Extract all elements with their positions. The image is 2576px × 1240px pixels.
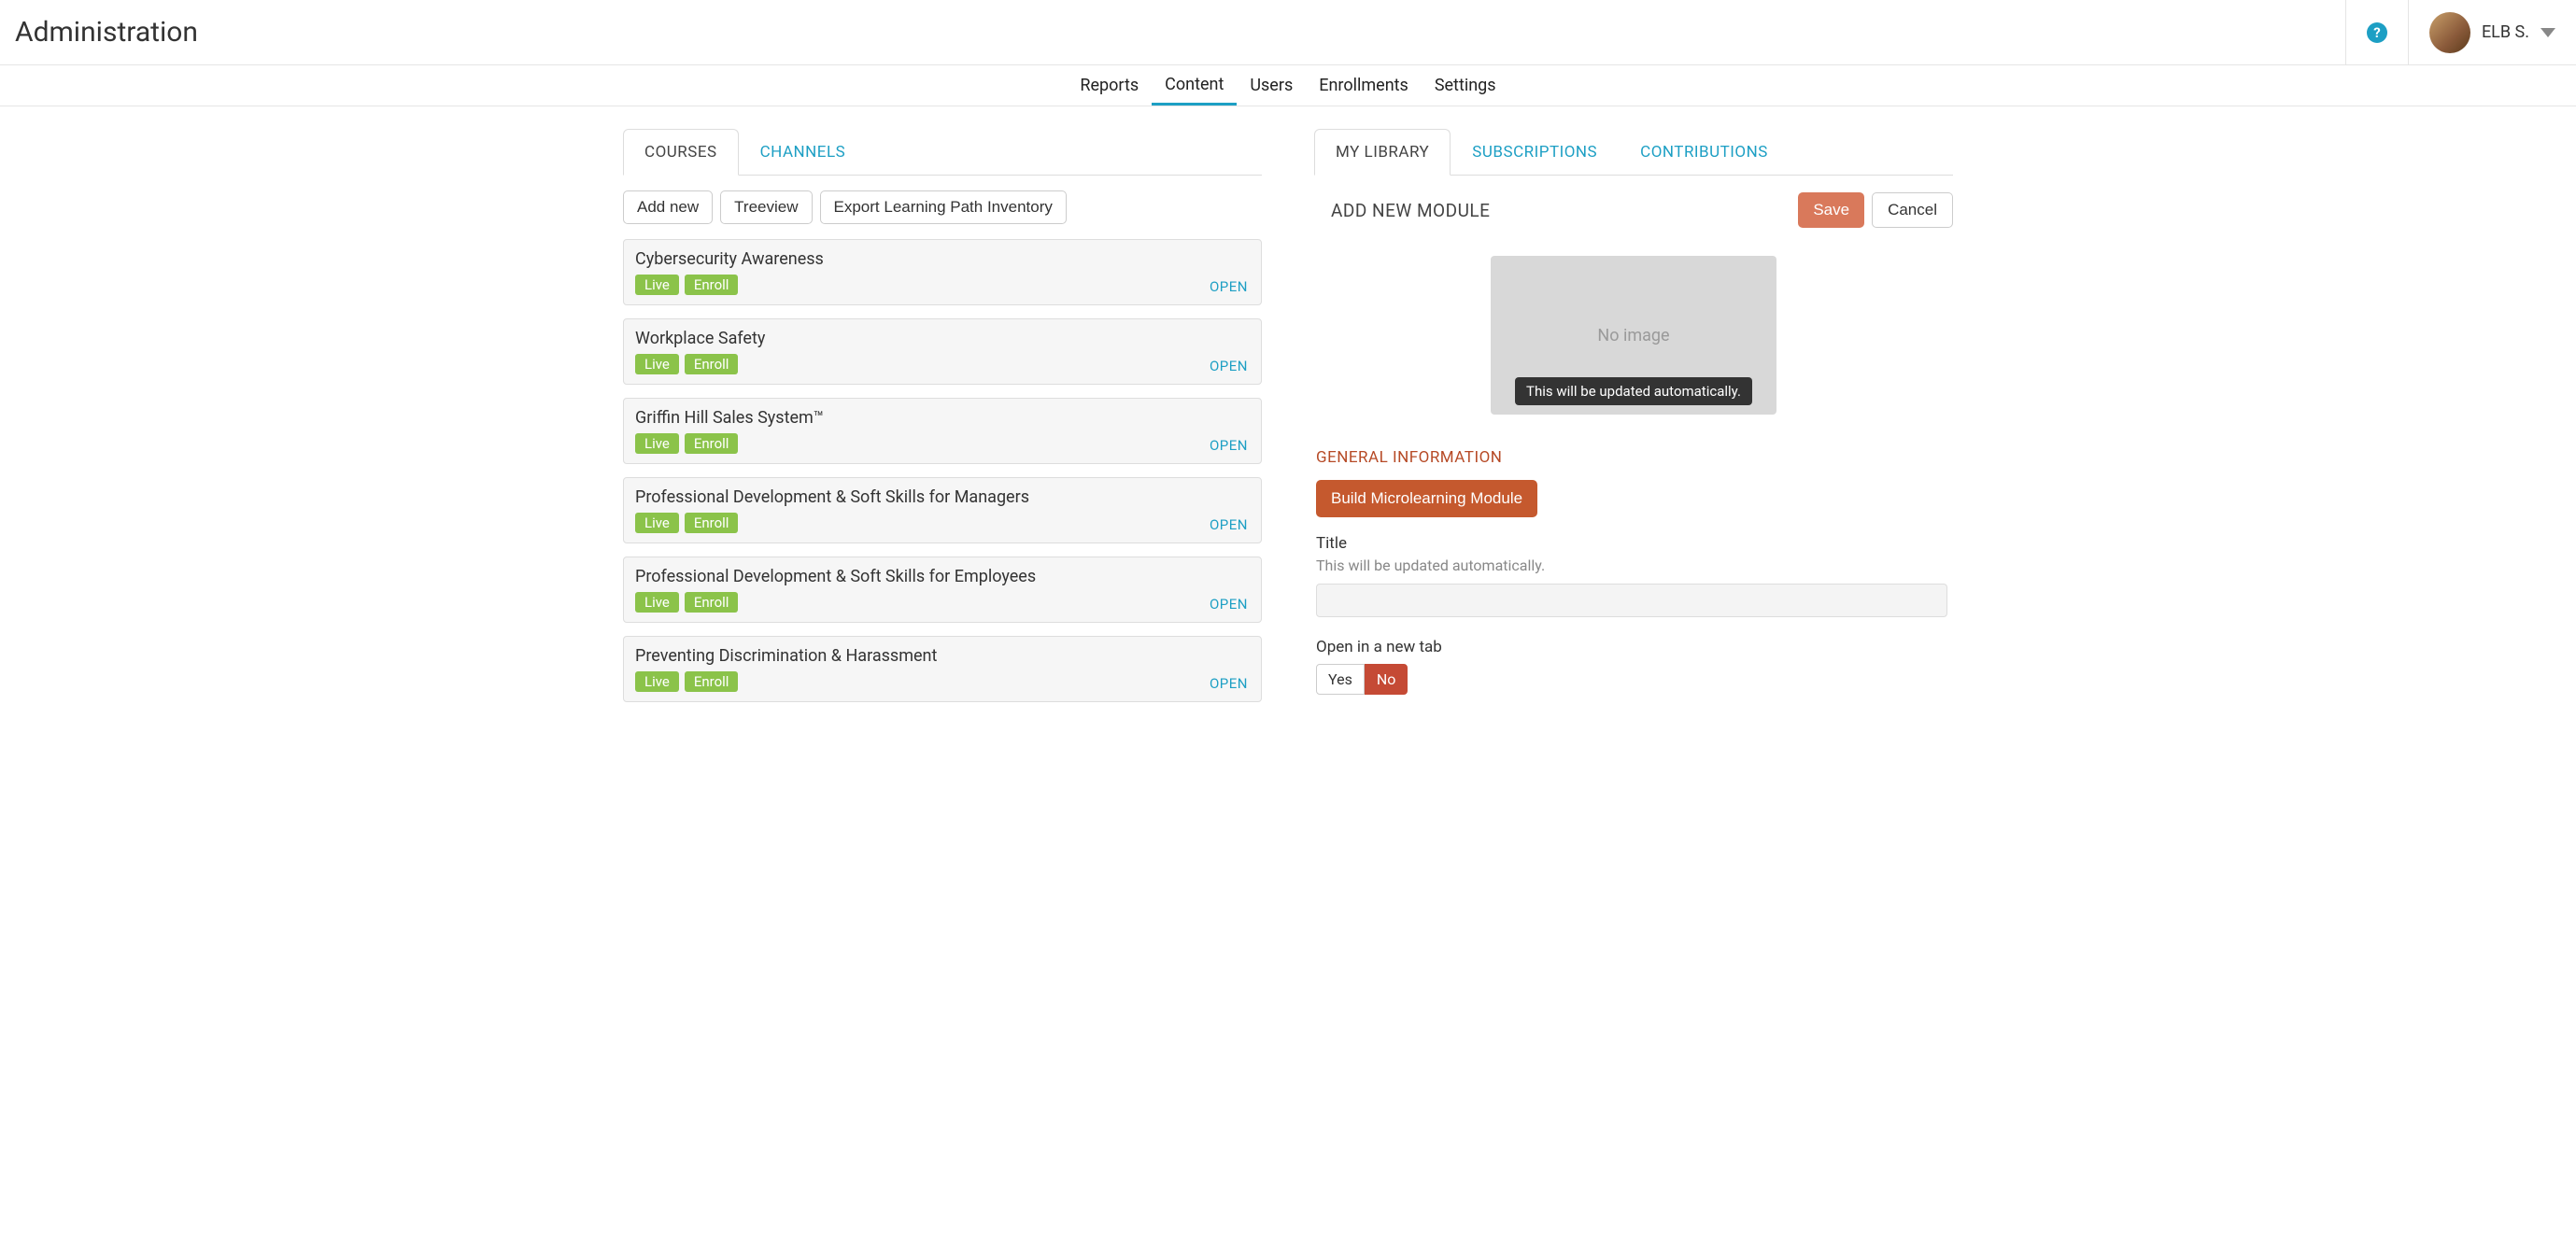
open-new-tab-toggle: Yes No	[1316, 664, 1947, 695]
left-subtabs: COURSES CHANNELS	[623, 129, 1262, 176]
right-column: MY LIBRARY SUBSCRIPTIONS CONTRIBUTIONS A…	[1314, 129, 1953, 715]
add-new-button[interactable]: Add new	[623, 190, 713, 224]
top-bar: Administration ? ELB S.	[0, 0, 2576, 65]
tab-channels[interactable]: CHANNELS	[739, 129, 868, 176]
nav-enrollments[interactable]: Enrollments	[1306, 65, 1422, 106]
open-link[interactable]: OPEN	[1210, 675, 1248, 692]
right-subtabs: MY LIBRARY SUBSCRIPTIONS CONTRIBUTIONS	[1314, 129, 1953, 176]
tab-my-library[interactable]: MY LIBRARY	[1314, 129, 1451, 176]
panel-title: ADD NEW MODULE	[1314, 200, 1490, 221]
user-menu[interactable]: ELB S.	[2408, 0, 2576, 64]
status-badge: Live	[635, 513, 679, 533]
nav-users[interactable]: Users	[1237, 65, 1306, 106]
title-input[interactable]	[1316, 584, 1947, 617]
status-badge: Enroll	[685, 354, 739, 374]
course-title: Preventing Discrimination & Harassment	[635, 646, 1250, 666]
status-badge: Live	[635, 592, 679, 613]
badge-row: Live Enroll	[635, 354, 1250, 374]
tab-courses[interactable]: COURSES	[623, 129, 739, 176]
panel-header: ADD NEW MODULE Save Cancel	[1314, 192, 1953, 228]
top-bar-right: ? ELB S.	[2345, 0, 2576, 64]
main-nav: Reports Content Users Enrollments Settin…	[0, 65, 2576, 106]
badge-row: Live Enroll	[635, 275, 1250, 295]
page-title: Administration	[0, 16, 198, 49]
content-area: COURSES CHANNELS Add new Treeview Export…	[0, 106, 2576, 715]
tab-contributions[interactable]: CONTRIBUTIONS	[1619, 129, 1790, 176]
panel-buttons: Save Cancel	[1798, 192, 1953, 228]
badge-row: Live Enroll	[635, 513, 1250, 533]
toggle-yes[interactable]: Yes	[1316, 664, 1365, 695]
course-title: Griffin Hill Sales System™	[635, 408, 1250, 428]
open-link[interactable]: OPEN	[1210, 358, 1248, 374]
course-card[interactable]: Griffin Hill Sales System™ Live Enroll OPEN	[623, 398, 1262, 464]
status-badge: Live	[635, 433, 679, 454]
badge-row: Live Enroll	[635, 671, 1250, 692]
status-badge: Enroll	[685, 513, 739, 533]
course-card[interactable]: Cybersecurity Awareness Live Enroll OPEN	[623, 239, 1262, 305]
status-badge: Enroll	[685, 671, 739, 692]
course-card[interactable]: Preventing Discrimination & Harassment Li…	[623, 636, 1262, 702]
status-badge: Live	[635, 671, 679, 692]
course-title: Professional Development & Soft Skills f…	[635, 567, 1250, 586]
save-button[interactable]: Save	[1798, 192, 1864, 228]
course-list: Cybersecurity AwarenessLiveEnrollOPENWor…	[623, 239, 1262, 702]
open-new-tab-label: Open in a new tab	[1316, 638, 1947, 656]
nav-content[interactable]: Content	[1152, 65, 1237, 106]
toggle-no[interactable]: No	[1365, 664, 1408, 695]
course-title: Workplace Safety	[635, 329, 1250, 348]
open-link[interactable]: OPEN	[1210, 596, 1248, 613]
status-badge: Live	[635, 354, 679, 374]
course-title: Cybersecurity Awareness	[635, 249, 1250, 269]
tab-subscriptions[interactable]: SUBSCRIPTIONS	[1451, 129, 1619, 176]
course-card[interactable]: Professional Development & Soft Skills f…	[623, 557, 1262, 623]
build-microlearning-button[interactable]: Build Microlearning Module	[1316, 480, 1537, 517]
status-badge: Enroll	[685, 433, 739, 454]
chevron-down-icon	[2541, 28, 2555, 37]
badge-row: Live Enroll	[635, 433, 1250, 454]
nav-settings[interactable]: Settings	[1422, 65, 1509, 106]
cancel-button[interactable]: Cancel	[1872, 192, 1953, 228]
user-name-label: ELB S.	[2482, 22, 2529, 42]
title-sublabel: This will be updated automatically.	[1316, 557, 1947, 574]
status-badge: Live	[635, 275, 679, 295]
course-card[interactable]: Professional Development & Soft Skills f…	[623, 477, 1262, 543]
open-link[interactable]: OPEN	[1210, 516, 1248, 533]
left-column: COURSES CHANNELS Add new Treeview Export…	[623, 129, 1262, 715]
left-toolbar: Add new Treeview Export Learning Path In…	[623, 190, 1262, 224]
module-form: GENERAL INFORMATION Build Microlearning …	[1314, 448, 1953, 695]
open-link[interactable]: OPEN	[1210, 278, 1248, 295]
image-auto-note: This will be updated automatically.	[1515, 377, 1752, 405]
open-link[interactable]: OPEN	[1210, 437, 1248, 454]
section-general-info: GENERAL INFORMATION	[1316, 448, 1947, 467]
status-badge: Enroll	[685, 275, 739, 295]
export-lpi-button[interactable]: Export Learning Path Inventory	[820, 190, 1067, 224]
title-label: Title	[1316, 534, 1947, 553]
treeview-button[interactable]: Treeview	[720, 190, 812, 224]
help-cell: ?	[2345, 0, 2408, 64]
badge-row: Live Enroll	[635, 592, 1250, 613]
course-title: Professional Development & Soft Skills f…	[635, 487, 1250, 507]
module-image-placeholder[interactable]: No image This will be updated automatica…	[1491, 256, 1776, 415]
nav-reports[interactable]: Reports	[1067, 65, 1152, 106]
course-card[interactable]: Workplace Safety Live Enroll OPEN	[623, 318, 1262, 385]
avatar	[2429, 12, 2470, 53]
no-image-label: No image	[1597, 326, 1669, 345]
status-badge: Enroll	[685, 592, 739, 613]
help-icon[interactable]: ?	[2367, 22, 2387, 43]
